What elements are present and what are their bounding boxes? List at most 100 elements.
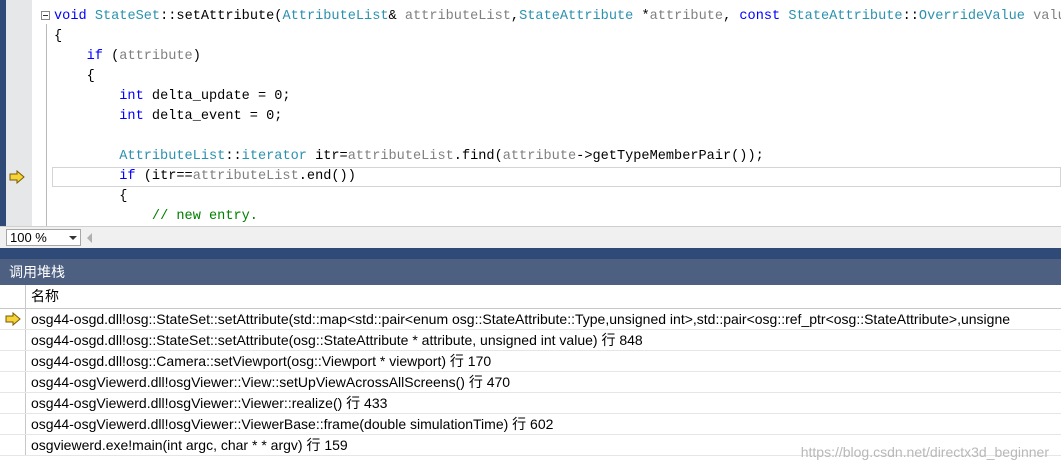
code-line[interactable] <box>54 127 1061 147</box>
code-token: AttributeList <box>119 149 226 164</box>
code-token: AttributeList <box>282 9 389 24</box>
column-header-gutter <box>0 285 26 308</box>
code-token: :: <box>225 149 242 164</box>
code-token: void <box>54 9 87 24</box>
code-line[interactable]: AttributeList::iterator itr=attributeLis… <box>54 147 1061 167</box>
row-gutter <box>0 351 26 371</box>
code-token: iterator <box>241 149 307 164</box>
code-token: ) <box>192 49 201 64</box>
code-token: :: <box>160 9 177 24</box>
code-token: const <box>739 9 781 24</box>
code-line[interactable]: int delta_event = 0; <box>54 107 1061 127</box>
zoom-dropdown[interactable]: 100 % <box>6 229 81 246</box>
code-token: attribute <box>502 149 577 164</box>
call-stack-frame: osg44-osgd.dll!osg::StateSet::setAttribu… <box>31 311 1011 327</box>
code-token: attribute <box>649 9 724 24</box>
code-token: ( <box>102 49 120 64</box>
code-text[interactable]: void StateSet::setAttribute(AttributeLis… <box>52 7 1061 226</box>
scroll-left-arrow-icon[interactable] <box>87 233 92 243</box>
code-token: delta_event = 0; <box>143 109 283 124</box>
outline-guide-line <box>46 24 47 226</box>
call-stack-frame: osg44-osgViewerd.dll!osgViewer::View::se… <box>31 374 511 390</box>
column-header: 名称 <box>0 285 1061 309</box>
call-stack-frame: osg44-osgd.dll!osg::StateSet::setAttribu… <box>31 332 643 348</box>
code-token: ->getTypeMemberPair()); <box>576 149 764 164</box>
code-token: int <box>119 109 144 124</box>
code-token: StateAttribute <box>519 9 634 24</box>
call-stack-row[interactable]: osg44-osgViewerd.dll!osgViewer::View::se… <box>0 372 1061 393</box>
call-stack-list: osg44-osgd.dll!osg::StateSet::setAttribu… <box>0 309 1061 456</box>
collapse-minus-icon[interactable] <box>41 11 50 20</box>
code-token: OverrideValue <box>918 9 1025 24</box>
code-token: , <box>723 9 740 24</box>
code-token: .end()) <box>298 169 356 184</box>
code-token: & <box>388 9 405 24</box>
code-token: // new entry. <box>151 209 258 224</box>
code-token: int <box>119 89 144 104</box>
code-token: attributeList <box>192 169 299 184</box>
call-stack-frame: osg44-osgd.dll!osg::Camera::setViewport(… <box>31 353 492 369</box>
row-gutter <box>0 393 26 413</box>
code-line[interactable]: { <box>54 187 1061 207</box>
code-token: (itr== <box>135 169 193 184</box>
pane-splitter[interactable] <box>0 248 1061 259</box>
row-gutter <box>0 414 26 434</box>
code-token: , <box>510 9 520 24</box>
call-stack-frame: osg44-osgViewerd.dll!osgViewer::Viewer::… <box>31 395 388 411</box>
column-header-name[interactable]: 名称 <box>31 285 59 308</box>
row-gutter <box>0 435 26 455</box>
code-token: * <box>633 9 650 24</box>
code-line[interactable]: if (attribute) <box>54 47 1061 67</box>
breakpoint-margin[interactable] <box>6 0 32 226</box>
current-statement-arrow-icon <box>9 170 25 184</box>
code-line[interactable]: { <box>54 27 1061 47</box>
row-gutter <box>0 309 26 329</box>
code-token: delta_update = 0; <box>143 89 291 104</box>
code-token: setAttribute( <box>176 9 283 24</box>
outlining-margin <box>32 0 52 226</box>
call-stack-frame: osg44-osgViewerd.dll!osgViewer::ViewerBa… <box>31 416 554 432</box>
zoom-value: 100 % <box>10 230 47 245</box>
code-token: attributeList <box>347 149 454 164</box>
code-token: if <box>119 169 136 184</box>
call-stack-row[interactable]: osg44-osgd.dll!osg::Camera::setViewport(… <box>0 351 1061 372</box>
code-token: value <box>1033 9 1061 24</box>
code-line[interactable]: { <box>54 67 1061 87</box>
watermark: https://blog.csdn.net/directx3d_beginner <box>800 444 1049 460</box>
code-token: StateSet <box>94 9 161 24</box>
row-gutter <box>0 330 26 350</box>
call-stack-row[interactable]: osg44-osgViewerd.dll!osgViewer::ViewerBa… <box>0 414 1061 435</box>
current-statement-arrow-icon <box>5 312 21 326</box>
call-stack-title[interactable]: 调用堆栈 <box>0 259 1061 285</box>
call-stack-panel: 调用堆栈 名称 osg44-osgd.dll!osg::StateSet::se… <box>0 259 1061 464</box>
call-stack-frame: osgviewerd.exe!main(int argc, char * * a… <box>31 437 348 453</box>
chevron-down-icon <box>69 236 77 240</box>
code-line[interactable]: int delta_update = 0; <box>54 87 1061 107</box>
code-token: attributeList <box>404 9 511 24</box>
code-editor[interactable]: void StateSet::setAttribute(AttributeLis… <box>0 0 1061 226</box>
code-token: itr= <box>306 149 348 164</box>
row-gutter <box>0 372 26 392</box>
code-token: { <box>54 189 128 204</box>
code-line[interactable]: void StateSet::setAttribute(AttributeLis… <box>54 7 1061 27</box>
code-token: :: <box>902 9 919 24</box>
call-stack-row[interactable]: osg44-osgViewerd.dll!osgViewer::Viewer::… <box>0 393 1061 414</box>
code-line[interactable]: if (itr==attributeList.end()) <box>52 167 1061 187</box>
code-token: .find( <box>453 149 503 164</box>
code-token: StateAttribute <box>788 9 903 24</box>
call-stack-row[interactable]: osg44-osgd.dll!osg::StateSet::setAttribu… <box>0 330 1061 351</box>
code-token: { <box>54 69 95 84</box>
editor-status-bar: 100 % <box>0 226 1061 248</box>
code-line[interactable]: // new entry. <box>54 207 1061 226</box>
code-token: if <box>86 49 103 64</box>
code-token: attribute <box>119 49 193 64</box>
code-token: { <box>54 29 63 44</box>
call-stack-row[interactable]: osg44-osgd.dll!osg::StateSet::setAttribu… <box>0 309 1061 330</box>
